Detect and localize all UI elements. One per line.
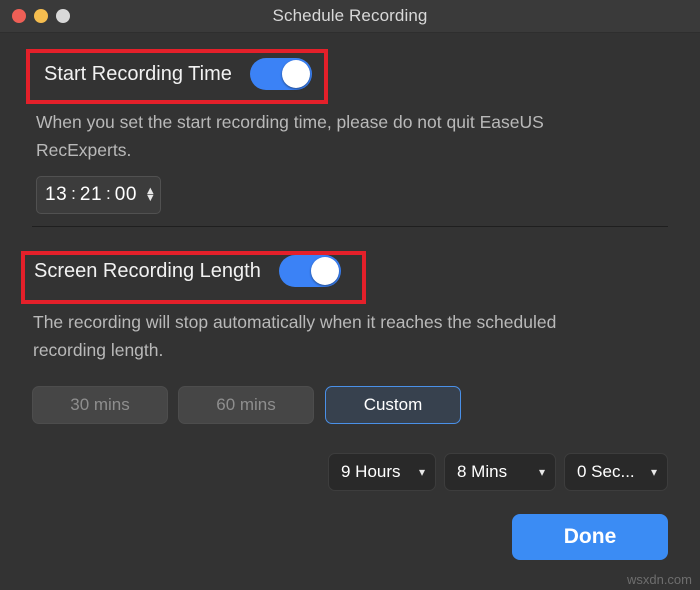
chevron-down-icon: ▾: [538, 465, 545, 479]
time-separator-1: :: [71, 184, 76, 203]
screen-recording-length-description: The recording will stop automatically wh…: [33, 312, 557, 360]
screen-recording-length-label: Screen Recording Length: [34, 259, 261, 282]
start-time-stepper[interactable]: ▲ ▼: [145, 186, 156, 204]
window-titlebar: Schedule Recording: [0, 0, 700, 33]
start-time-seconds[interactable]: 00: [115, 184, 137, 206]
section-divider: [32, 226, 668, 227]
start-recording-time-label: Start Recording Time: [44, 62, 232, 85]
screen-recording-length-row: Screen Recording Length: [34, 255, 341, 287]
toggle-knob: [281, 60, 310, 88]
start-recording-description: When you set the start recording time, p…: [36, 112, 544, 160]
chevron-down-icon: ▾: [418, 465, 425, 479]
time-separator-2: :: [106, 184, 111, 203]
screen-recording-length-toggle[interactable]: [278, 255, 341, 287]
schedule-recording-window: Schedule Recording Start Recording Time …: [0, 0, 700, 590]
start-time-hours[interactable]: 13: [45, 184, 67, 206]
preset-custom-button[interactable]: Custom: [325, 386, 461, 424]
stepper-down-icon[interactable]: ▼: [145, 193, 156, 204]
window-title: Schedule Recording: [272, 6, 428, 25]
toggle-knob: [310, 257, 339, 285]
start-time-field[interactable]: 13 : 21 : 00 ▲ ▼: [36, 176, 161, 214]
duration-hours-value: 9 Hours: [341, 462, 401, 481]
chevron-down-icon: ▾: [650, 465, 657, 479]
duration-minutes-value: 8 Mins: [457, 462, 508, 481]
preset-30-mins-button[interactable]: 30 mins: [32, 386, 168, 424]
duration-hours-dropdown[interactable]: 9 Hours ▾: [328, 453, 436, 491]
start-recording-time-toggle[interactable]: [249, 58, 312, 90]
preset-60-mins-button[interactable]: 60 mins: [178, 386, 314, 424]
start-time-minutes[interactable]: 21: [80, 184, 102, 206]
duration-seconds-value: 0 Sec...: [577, 462, 635, 481]
duration-seconds-dropdown[interactable]: 0 Sec... ▾: [564, 453, 668, 491]
watermark: wsxdn.com: [626, 572, 692, 587]
duration-minutes-dropdown[interactable]: 8 Mins ▾: [444, 453, 556, 491]
start-recording-time-row: Start Recording Time: [44, 58, 312, 90]
done-button[interactable]: Done: [512, 514, 668, 560]
